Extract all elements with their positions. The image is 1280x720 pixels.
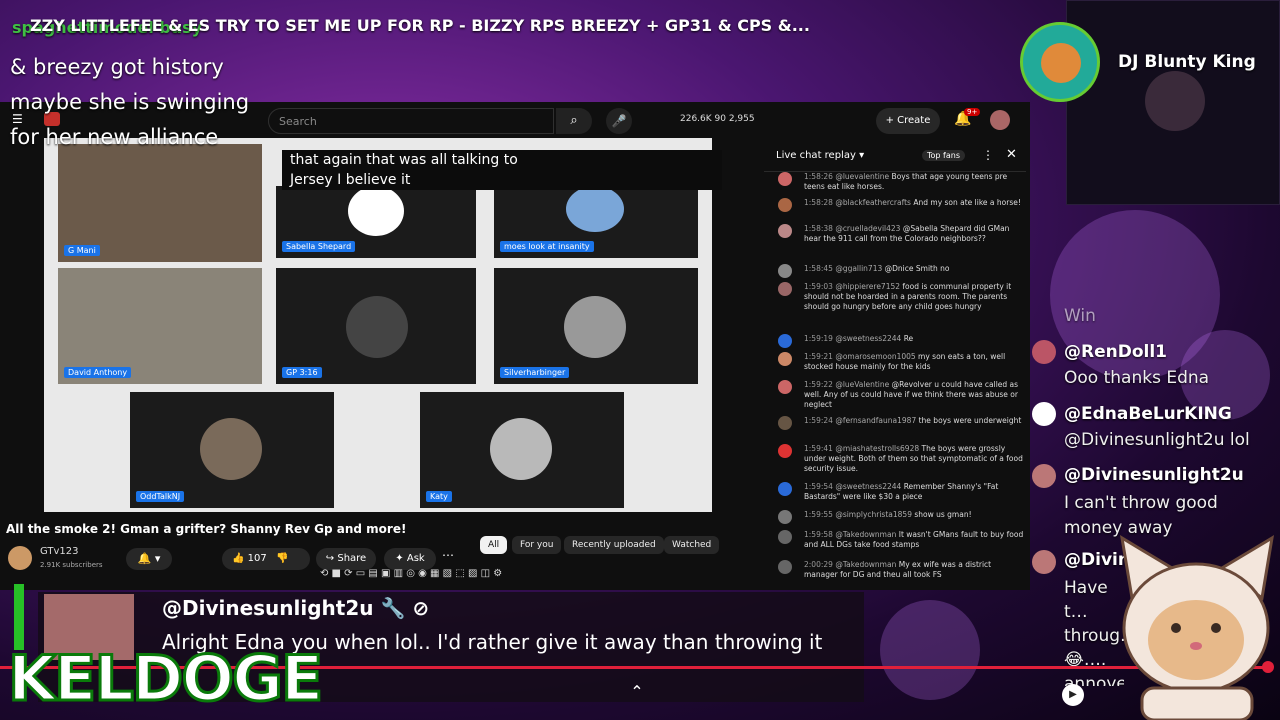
channel-subscribers: 2.91K subscribers <box>40 561 103 569</box>
participant-tile: OddTalkNJ <box>130 392 334 508</box>
participant-tile: G Mani <box>58 144 262 262</box>
participant-label: David Anthony <box>64 367 132 378</box>
participant-avatar <box>566 186 624 232</box>
video-title: All the smoke 2! Gman a grifter? Shanny … <box>6 522 407 536</box>
more-icon[interactable]: ⋯ <box>442 548 454 562</box>
participant-tile: GP 3:16 <box>276 268 476 384</box>
caption-line: maybe she is swinging <box>10 90 250 114</box>
subscription-bell-button[interactable]: 🔔 ▾ <box>126 548 172 570</box>
stream-chat-user: @Divinesunlight2u <box>1064 465 1244 485</box>
live-chat-title[interactable]: Live chat replay ▾ <box>776 150 864 161</box>
participant-avatar <box>346 296 408 358</box>
user-avatar <box>1032 464 1056 488</box>
live-chat-header: Live chat replay ▾ Top fans ⋮ ✕ <box>764 142 1026 172</box>
participant-tile: Silverharbinger <box>494 268 698 384</box>
participant-avatar <box>564 296 626 358</box>
overlay-caption: & breezy got history maybe she is swingi… <box>10 50 290 155</box>
top-fans-badge[interactable]: Top fans <box>922 150 965 161</box>
search-icon[interactable]: ⌕ <box>556 108 592 134</box>
caption-line: Jersey I believe it <box>290 172 411 188</box>
webcam-box <box>1066 0 1280 205</box>
live-chat-panel: Live chat replay ▾ Top fans ⋮ ✕ 1:58:26 … <box>764 142 1026 582</box>
close-icon[interactable]: ✕ <box>1006 147 1017 162</box>
stream-chat-message: @Divinesunlight2u lol <box>1064 430 1250 450</box>
participant-label: GP 3:16 <box>282 367 322 378</box>
like-count: 107 <box>247 553 267 564</box>
participant-label: Sabella Shepard <box>282 241 356 252</box>
video-player[interactable]: G Mani Sabella Shepard moes look at insa… <box>44 138 712 512</box>
share-button[interactable]: ↪ Share <box>316 548 376 570</box>
participant-avatar <box>200 418 262 480</box>
account-avatar[interactable] <box>990 110 1010 130</box>
participant-label: moes look at insanity <box>500 241 594 252</box>
ask-label: Ask <box>406 553 425 564</box>
featured-user: @Divinesunlight2u 🔧 ⊘ <box>162 596 430 620</box>
participant-label: OddTalkNJ <box>136 491 185 502</box>
chip-for-you[interactable]: For you <box>512 536 562 554</box>
stream-chat-user: @EdnaBeLurKING <box>1064 404 1232 424</box>
video-caption: that again that was all talking to Jerse… <box>282 150 722 190</box>
channel-avatar[interactable] <box>8 546 32 570</box>
user-avatar <box>1032 340 1056 364</box>
play-icon[interactable]: ▶ <box>1062 684 1084 706</box>
logo-accent-bar <box>14 584 24 650</box>
caption-line: & breezy got history <box>10 55 224 79</box>
participant-tile: moes look at insanity <box>494 186 698 258</box>
stream-chat-message: Ooo thanks Edna <box>1064 368 1210 388</box>
youtube-window: ☰ Search ⌕ 🎤 226.6K 90 2,955 + Create 🔔 … <box>0 102 1030 590</box>
notification-badge: 9+ <box>964 108 981 116</box>
channel-name[interactable]: GTv123 <box>40 546 79 557</box>
mascot-avatar <box>1112 528 1280 720</box>
mic-icon[interactable]: 🎤 <box>606 108 632 134</box>
participant-tile: David Anthony <box>58 268 262 384</box>
capture-toolbar[interactable]: ⟲ ■ ⟳ ▭ ▤ ▣ ▥ ◎ ◉ ▦ ▧ ⬚ ▨ ◫ ⚙ <box>320 568 760 584</box>
caption-line: that again that was all talking to <box>290 152 518 168</box>
search-input[interactable]: Search <box>268 108 554 134</box>
streamer-name: DJ Blunty King <box>1118 52 1256 72</box>
participant-label: Katy <box>426 491 452 502</box>
streamer-avatar <box>1020 22 1100 102</box>
user-avatar <box>1032 550 1056 574</box>
channel-stats: 226.6K 90 2,955 <box>680 114 755 124</box>
participant-tile: Katy <box>420 392 624 508</box>
create-label: Create <box>897 115 931 126</box>
participant-avatar <box>490 418 552 480</box>
stream-chat-user: @RenDoll1 <box>1064 342 1167 362</box>
ask-button[interactable]: ✦ Ask <box>384 548 436 570</box>
keldoge-logo: KELDOGE <box>6 641 324 717</box>
webcam-figure <box>1145 71 1205 131</box>
share-label: Share <box>337 553 367 564</box>
chip-recently-uploaded[interactable]: Recently uploaded <box>564 536 664 554</box>
user-avatar <box>1032 402 1056 426</box>
participant-tile: Sabella Shepard <box>276 186 476 258</box>
participant-label: Silverharbinger <box>500 367 570 378</box>
create-button[interactable]: + Create <box>876 108 940 134</box>
like-button[interactable]: 👍 107 👎 <box>222 548 310 570</box>
stream-title: ZZY LITTLEFEE & ES TRY TO SET ME UP FOR … <box>30 16 810 35</box>
participant-label: G Mani <box>64 245 100 256</box>
caption-line: for her new alliance <box>10 125 219 149</box>
chip-watched[interactable]: Watched <box>664 536 720 554</box>
cat-mascot-icon <box>1119 535 1275 720</box>
chevron-up-icon[interactable]: ⌃ <box>622 682 652 708</box>
fox-icon <box>1041 43 1081 83</box>
stream-chat-message: Win <box>1064 306 1096 326</box>
chip-all[interactable]: All <box>480 536 508 554</box>
participant-avatar <box>348 186 404 236</box>
more-options-icon[interactable]: ⋮ <box>982 148 994 162</box>
